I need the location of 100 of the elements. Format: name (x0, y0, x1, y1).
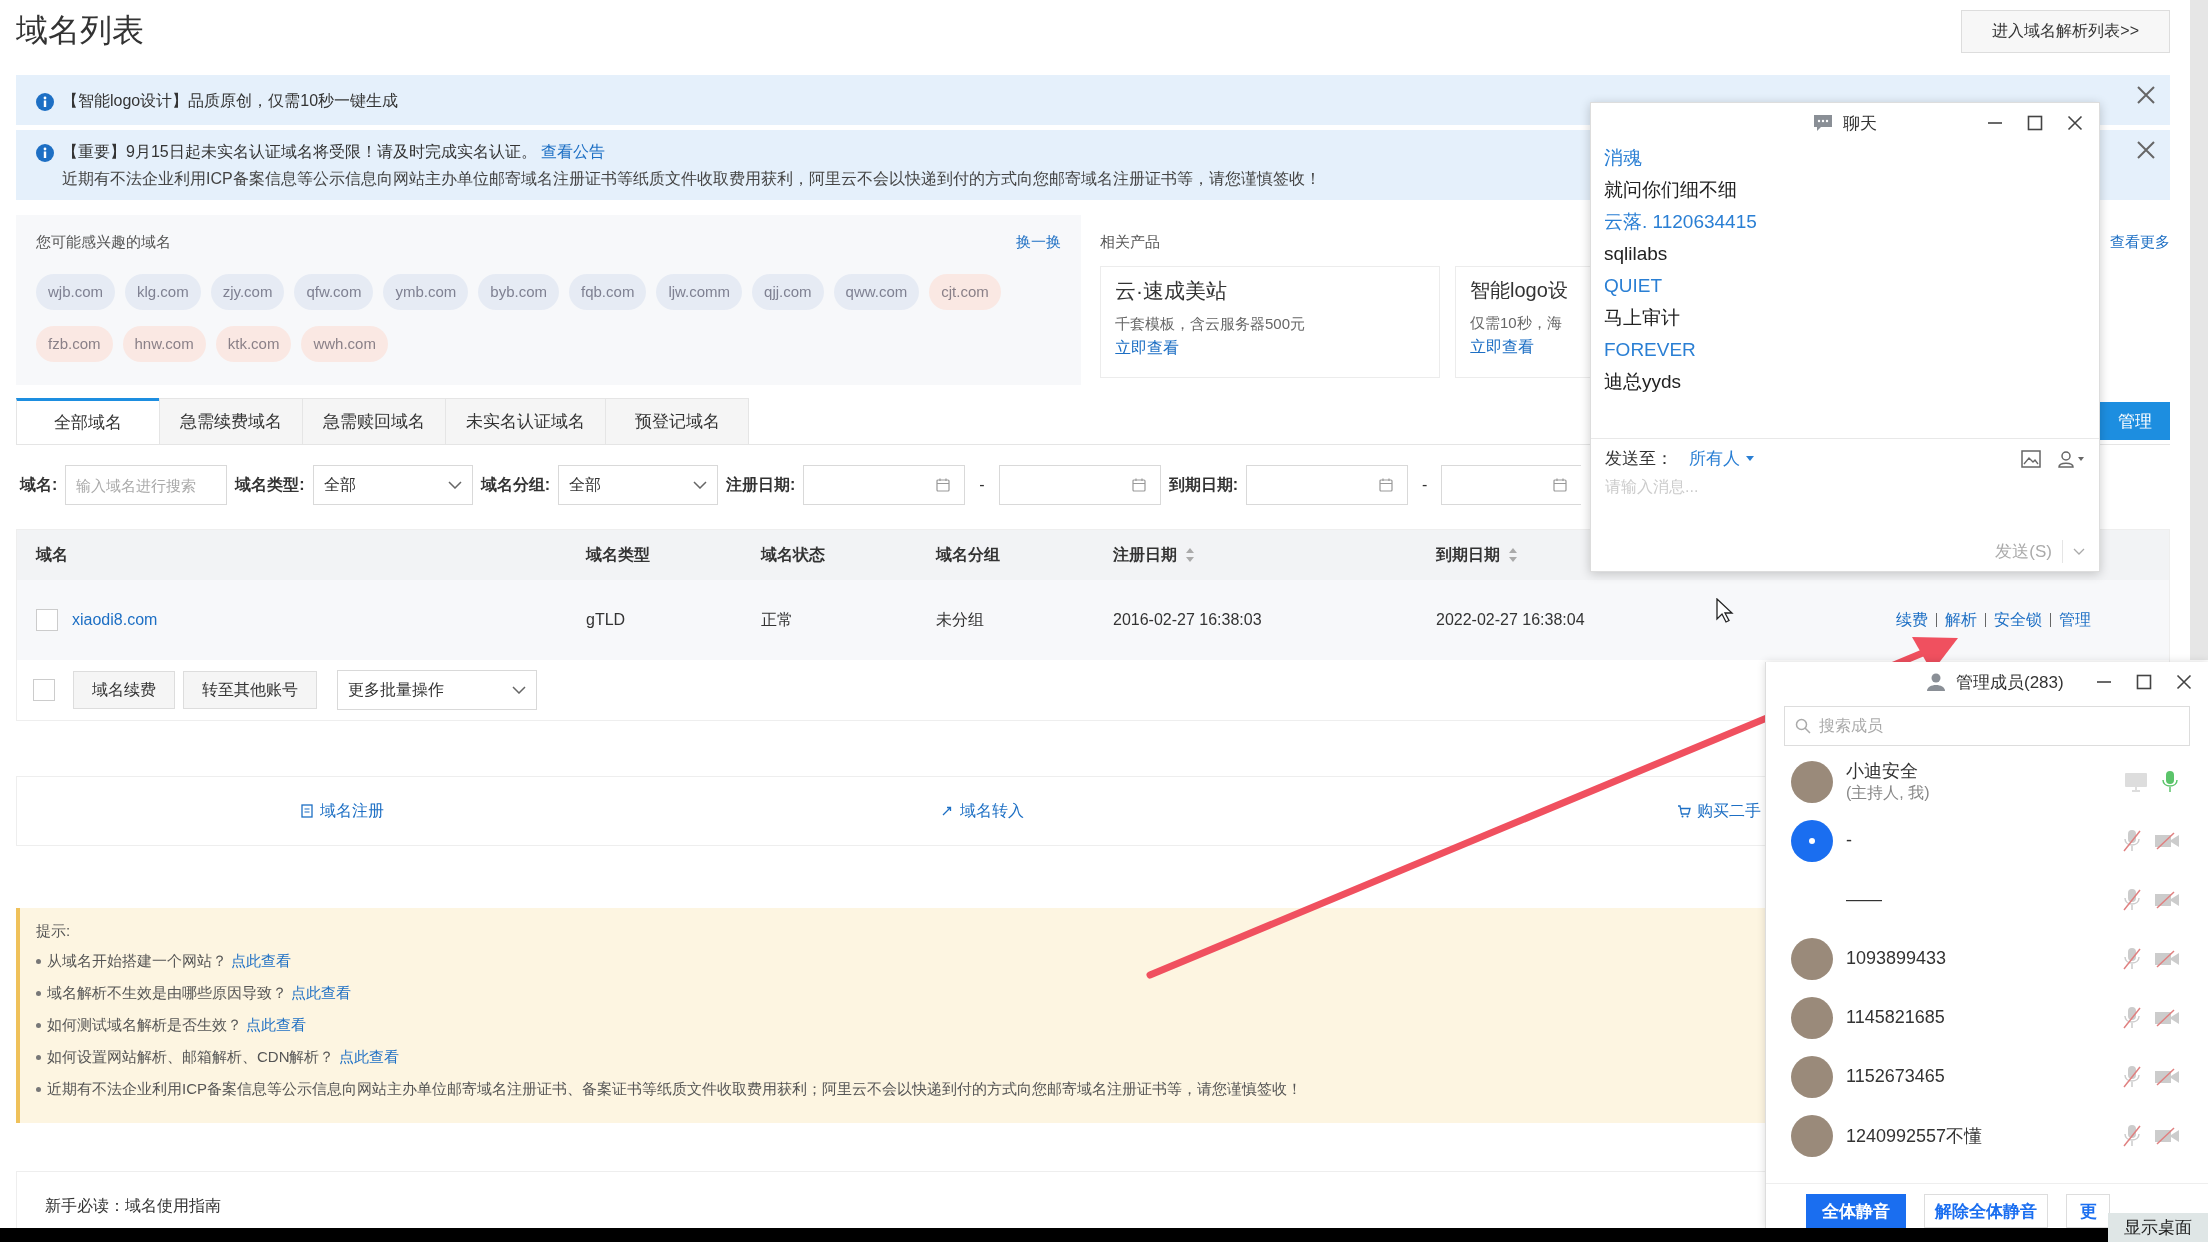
close-icon[interactable] (2176, 674, 2192, 690)
tab[interactable]: 急需赎回域名 (302, 398, 446, 444)
dropdown[interactable]: 全部 (558, 465, 718, 505)
member-name: 1240992557不懂 (1846, 1124, 1983, 1148)
filter-label: 域名类型: (235, 474, 305, 495)
manage-button[interactable]: 管理 (2100, 402, 2170, 440)
quick-link[interactable]: 域名转入 (940, 800, 1024, 822)
tip-text: 从域名开始搭建一个网站？ 点此查看 (47, 951, 291, 971)
muted-camera-icon[interactable] (2154, 1125, 2180, 1146)
muted-camera-icon[interactable] (2154, 1007, 2180, 1028)
sender-name: 消魂 (1604, 146, 1643, 170)
domain-tag[interactable]: ymb.com (383, 274, 469, 310)
mute-button[interactable]: 解除全体静音 (1924, 1194, 2048, 1228)
tip-link[interactable]: 点此查看 (246, 1015, 306, 1033)
chat-message: 就问你们细不细 (1604, 178, 1738, 202)
muted-camera-icon[interactable] (2154, 948, 2180, 969)
close-icon[interactable] (2136, 140, 2156, 160)
date-field[interactable] (1441, 465, 1582, 505)
card-link[interactable]: 立即查看 (1470, 337, 1534, 358)
dropdown[interactable]: 全部 (312, 465, 473, 505)
scrollbar[interactable] (2190, 0, 2208, 660)
domain-tag[interactable]: ljw.comm (656, 274, 743, 310)
sort-icon[interactable] (1508, 547, 1518, 563)
screen-icon[interactable] (2124, 771, 2148, 792)
action-link[interactable]: 管理 (2050, 613, 2091, 627)
refresh-link[interactable]: 换一换 (1016, 233, 1061, 252)
person-caret-icon[interactable] (2057, 449, 2085, 468)
domain-tag[interactable]: fqb.com (569, 274, 647, 310)
domain-tag[interactable]: qfw.com (294, 274, 374, 310)
tip-text: 如何测试域名解析是否生效？ 点此查看 (47, 1015, 306, 1035)
card-link[interactable]: 立即查看 (1115, 338, 1179, 359)
show-desktop-button[interactable]: 显示桌面 (2108, 1213, 2208, 1242)
muted-mic-icon[interactable] (2122, 1064, 2142, 1089)
muted-mic-icon[interactable] (2122, 828, 2142, 853)
domain-tag[interactable]: klg.com (125, 274, 201, 310)
sender-name: 云落. 1120634415 (1604, 210, 1758, 234)
domain-tag[interactable]: wjb.com (36, 274, 115, 310)
document-icon (300, 804, 314, 818)
domain-tag[interactable]: cjt.com (929, 274, 1001, 310)
domain-tag[interactable]: zjy.com (210, 274, 285, 310)
search-field[interactable]: 输入域名进行搜索 (65, 465, 228, 505)
sort-icon[interactable] (1185, 547, 1195, 563)
domain-tag[interactable]: ktk.com (215, 326, 292, 362)
action-link[interactable]: 解析 (1936, 613, 1977, 627)
cart-icon (1677, 804, 1691, 818)
column-header[interactable]: 注册日期 (1113, 544, 1177, 566)
quick-link[interactable]: 域名注册 (300, 800, 384, 822)
member-name: 1145821685 (1846, 1007, 1945, 1028)
tab[interactable]: 全部域名 (16, 398, 160, 444)
table-cell: 2016-02-27 16:38:03 (1113, 611, 1262, 629)
muted-camera-icon[interactable] (2154, 830, 2180, 851)
domain-tag[interactable]: byb.com (478, 274, 559, 310)
checkbox[interactable] (36, 609, 58, 631)
dropdown-value: 更多批量操作 (348, 679, 444, 700)
close-icon[interactable] (2136, 85, 2156, 105)
muted-mic-icon[interactable] (2122, 1005, 2142, 1030)
mute-button[interactable]: 更 (2066, 1194, 2110, 1228)
maximize-icon[interactable] (2136, 674, 2152, 690)
table-cell: 2022-02-27 16:38:04 (1436, 611, 1585, 629)
mic-icon[interactable] (2160, 769, 2180, 794)
domain-tag[interactable]: qww.com (833, 274, 920, 310)
column-header[interactable]: 到期日期 (1436, 544, 1500, 566)
muted-camera-icon[interactable] (2154, 889, 2180, 910)
action-link[interactable]: 续费 (1896, 609, 1928, 631)
date-field[interactable] (998, 465, 1161, 505)
caret-icon[interactable] (2073, 547, 2085, 556)
caret-icon (693, 481, 707, 489)
notice-link[interactable]: 查看公告 (540, 143, 605, 160)
search-field[interactable]: 搜索成员 (1784, 706, 2190, 746)
domain-tag[interactable]: hnw.com (122, 326, 206, 362)
tip-link[interactable]: 点此查看 (338, 1047, 399, 1065)
batch-button[interactable]: 转至其他账号 (183, 671, 317, 709)
date-field[interactable] (803, 465, 966, 505)
tab[interactable]: 急需续费域名 (159, 398, 303, 444)
muted-mic-icon[interactable] (2122, 887, 2142, 912)
checkbox[interactable] (33, 679, 55, 701)
tab[interactable]: 预登记域名 (605, 398, 749, 444)
date-field[interactable] (1245, 465, 1408, 505)
action-link[interactable]: 安全锁 (1985, 613, 2042, 627)
domain-tag[interactable]: wwh.com (301, 326, 388, 362)
image-icon[interactable] (2021, 449, 2041, 468)
quick-link[interactable]: 购买二手 (1677, 800, 1761, 822)
maximize-icon[interactable] (2027, 115, 2043, 131)
tab[interactable]: 未实名认证域名 (445, 398, 606, 444)
close-icon[interactable] (2067, 115, 2083, 131)
muted-camera-icon[interactable] (2154, 1066, 2180, 1087)
muted-mic-icon[interactable] (2122, 946, 2142, 971)
more-link[interactable]: 查看更多 (2110, 233, 2170, 252)
batch-button[interactable]: 域名续费 (73, 671, 175, 709)
domain-tag[interactable]: qjj.com (752, 274, 824, 310)
domain-tag[interactable]: fzb.com (36, 326, 113, 362)
tip-link[interactable]: 点此查看 (231, 951, 291, 969)
dns-list-button[interactable]: 进入域名解析列表>> (1961, 9, 2170, 53)
chat-bubble-icon (1813, 114, 1833, 132)
muted-mic-icon[interactable] (2122, 1123, 2142, 1148)
tip-link[interactable]: 点此查看 (291, 983, 351, 1001)
mute-button[interactable]: 全体静音 (1806, 1194, 1906, 1228)
recipient-dropdown[interactable]: 所有人 (1689, 447, 1754, 470)
domain-link[interactable]: xiaodi8.com (72, 611, 158, 629)
dropdown[interactable]: 更多批量操作 (337, 670, 537, 710)
